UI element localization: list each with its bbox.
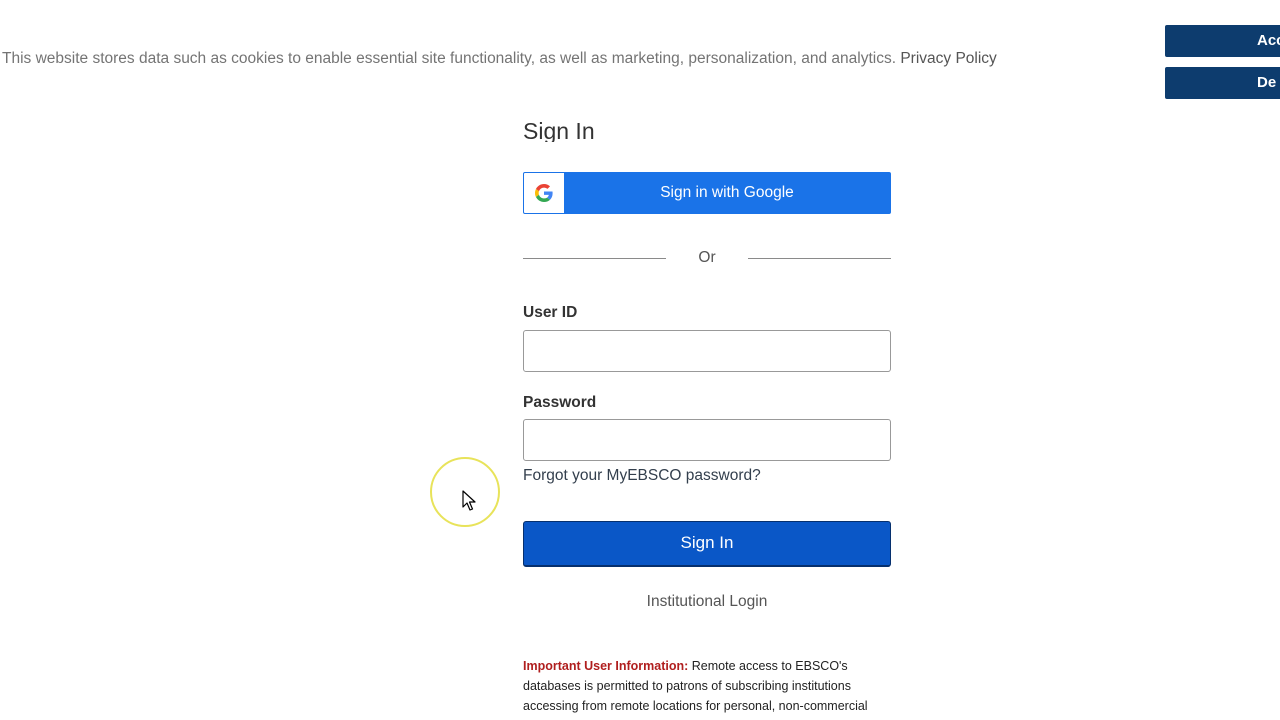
cookie-message-text: This website stores data such as cookies…	[2, 50, 901, 67]
forgot-password-link[interactable]: Forgot your MyEBSCO password?	[523, 467, 761, 485]
userid-label: User ID	[523, 304, 578, 321]
google-logo-container	[524, 173, 564, 213]
institutional-login-link[interactable]: Institutional Login	[523, 593, 891, 611]
decline-cookies-button[interactable]: De	[1165, 67, 1280, 99]
userid-input[interactable]	[523, 330, 891, 372]
or-divider: Or	[523, 247, 891, 269]
password-label: Password	[523, 394, 597, 411]
divider-line-right	[748, 258, 891, 259]
mouse-pointer-icon	[462, 490, 476, 511]
cookie-message: This website stores data such as cookies…	[2, 50, 997, 68]
accept-cookies-button[interactable]: Acc	[1165, 25, 1280, 57]
page-title: Sign In	[523, 118, 595, 142]
signin-button[interactable]: Sign In	[523, 521, 891, 567]
important-user-information: Important User Information: Remote acces…	[523, 656, 893, 720]
signin-page: This website stores data such as cookies…	[0, 0, 1280, 720]
google-signin-label: Sign in with Google	[660, 184, 794, 201]
google-signin-button[interactable]: Sign in with Google	[523, 172, 891, 214]
password-input[interactable]	[523, 419, 891, 461]
google-g-icon	[535, 184, 553, 202]
privacy-policy-link[interactable]: Privacy Policy	[900, 50, 996, 67]
important-info-label: Important User Information:	[523, 659, 689, 673]
cookie-banner: This website stores data such as cookies…	[0, 0, 1280, 110]
